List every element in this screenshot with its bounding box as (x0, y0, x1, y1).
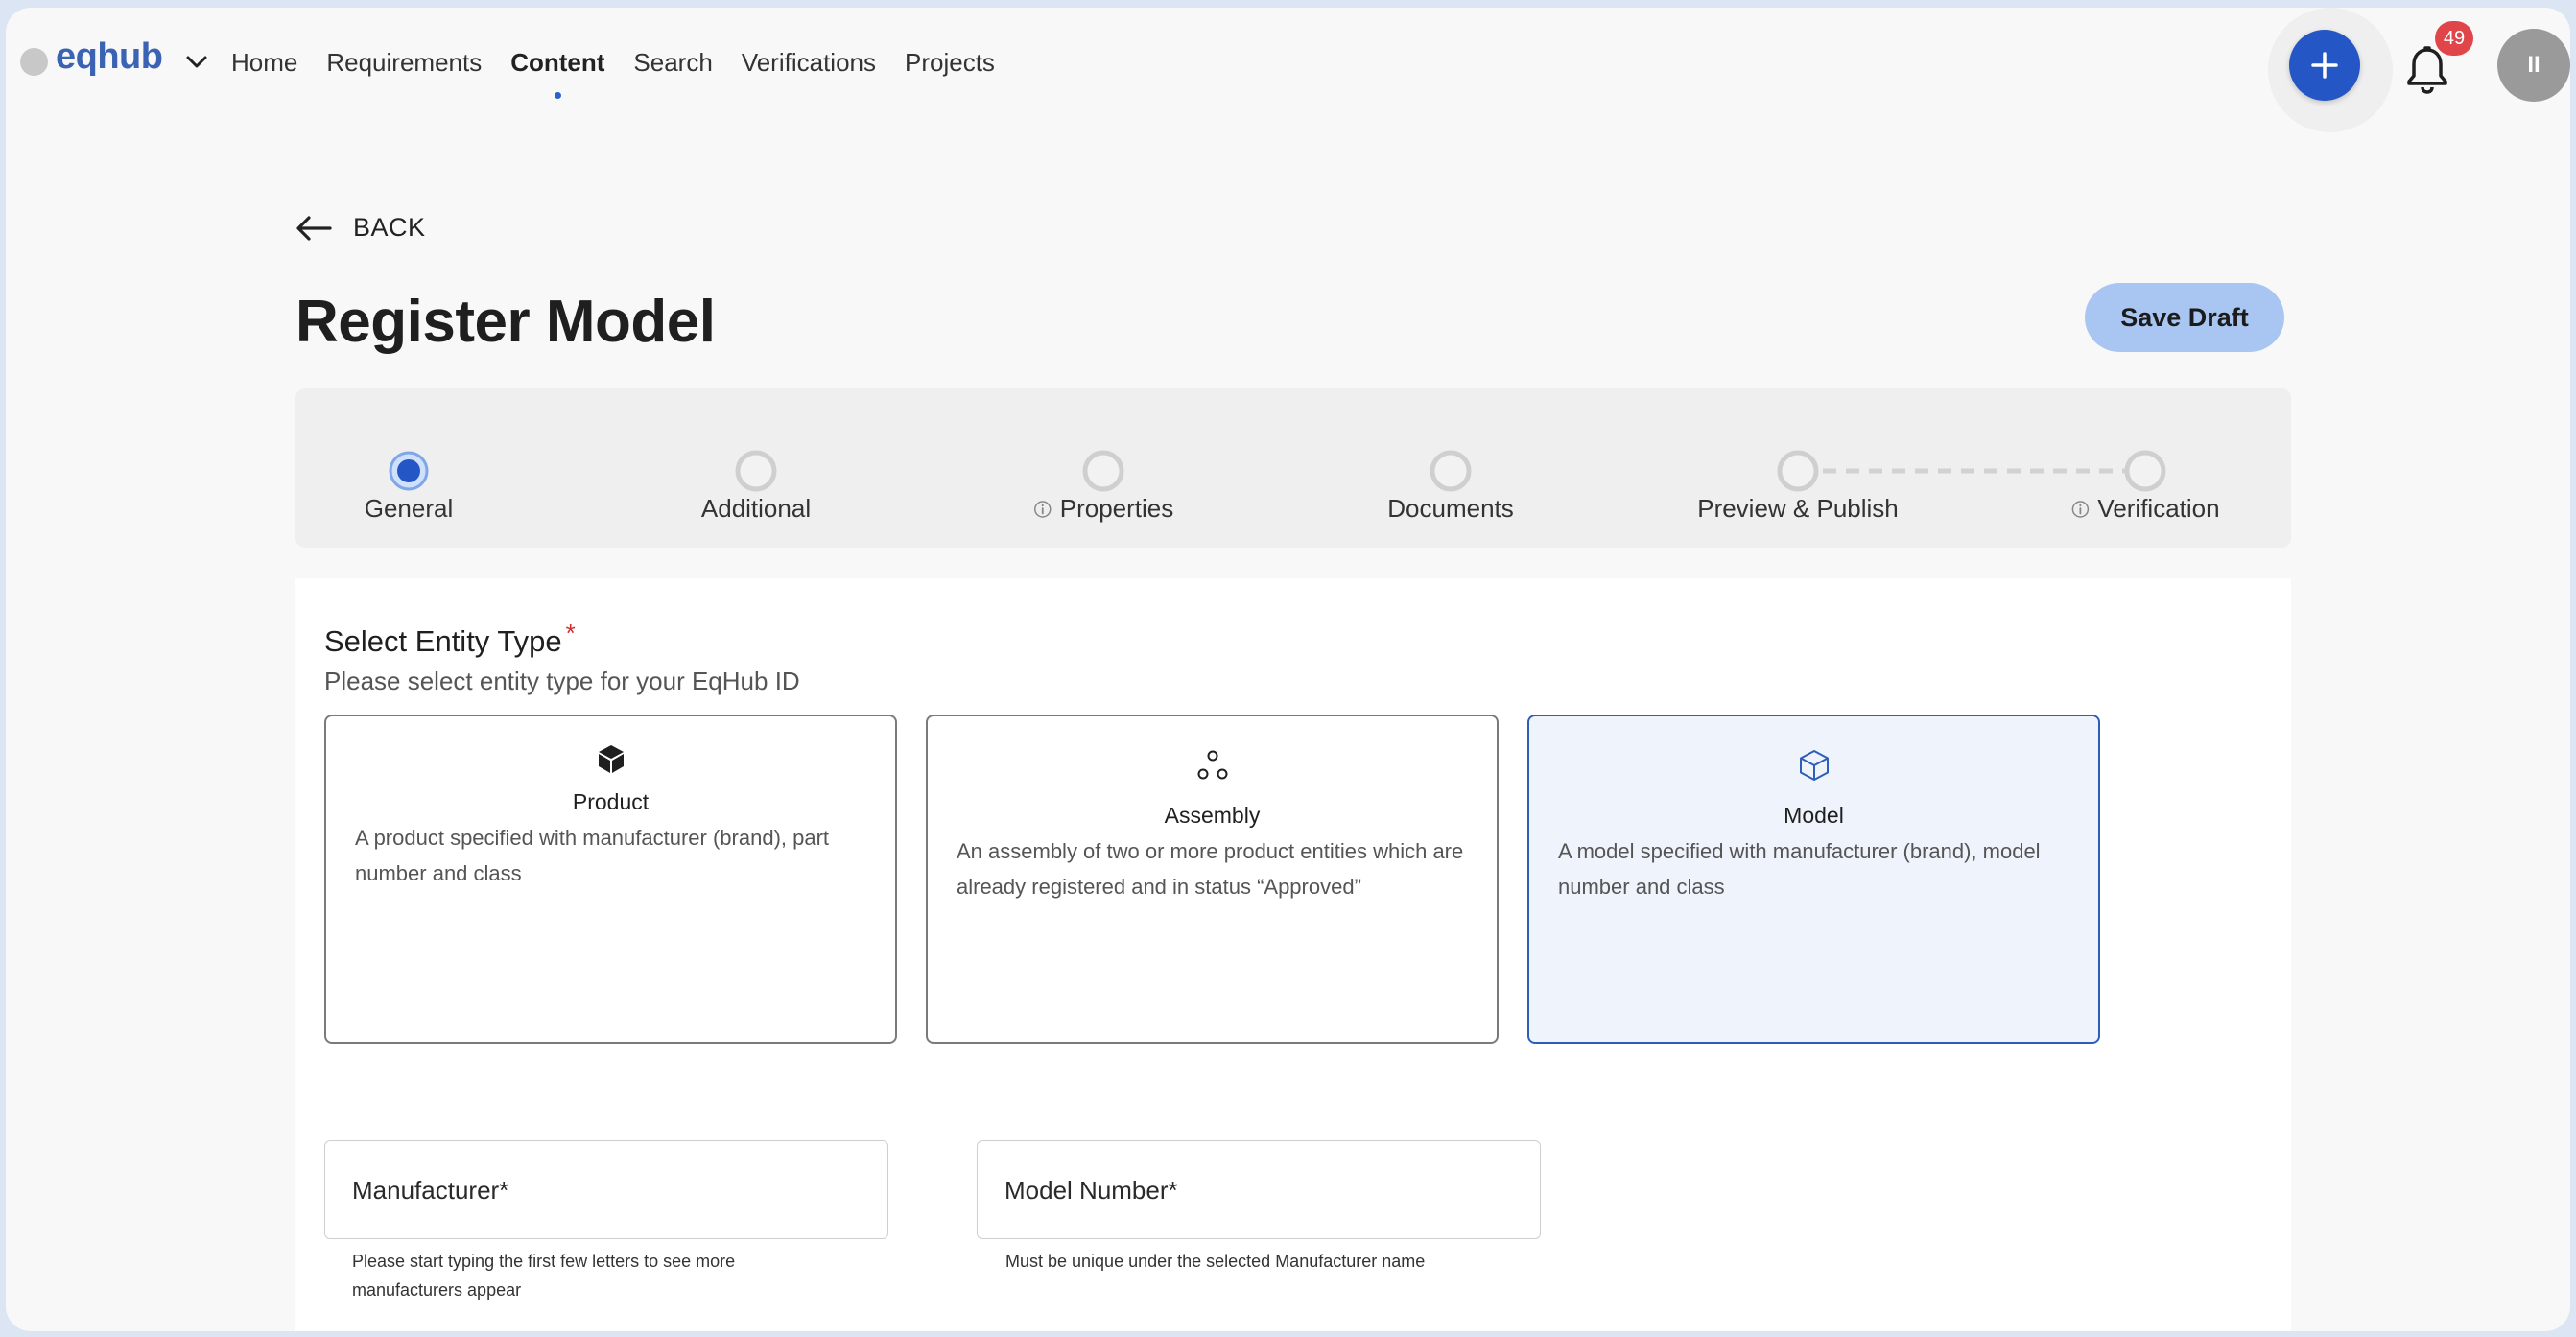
brand-logo[interactable]: eqhub (56, 36, 163, 78)
manufacturer-hint: Please start typing the first few letter… (352, 1252, 736, 1300)
step-dot-documents[interactable] (1430, 450, 1472, 492)
cube-filled-icon (598, 745, 624, 773)
stepper-track (389, 450, 2166, 492)
entity-type-name: Assembly (1164, 803, 1261, 828)
step-label-properties[interactable]: Properties (1033, 494, 1173, 524)
progress-stepper: General Additional Properties Documents … (295, 388, 2291, 548)
info-icon (1034, 500, 1052, 518)
entity-type-heading: Select Entity Type * (324, 619, 576, 658)
save-draft-button[interactable]: Save Draft (2085, 283, 2284, 352)
entity-type-option-model[interactable]: Model A model specified with manufacture… (1527, 715, 2100, 1044)
model-number-hint: Must be unique under the selected Manufa… (1005, 1252, 1426, 1271)
app-window: eqhub Home Requirements Content Search V… (6, 8, 2570, 1331)
nav-item-home[interactable]: Home (231, 48, 297, 77)
avatar[interactable]: II (2497, 29, 2570, 102)
entity-type-option-product[interactable]: Product A product specified with manufac… (324, 715, 897, 1044)
notification-badge: 49 (2435, 21, 2473, 56)
plus-icon (2311, 52, 2338, 79)
nav-item-search[interactable]: Search (633, 48, 712, 77)
step-label-additional[interactable]: Additional (701, 494, 811, 524)
step-dot-preview-publish[interactable] (1777, 450, 1819, 492)
top-nav-bar: eqhub Home Requirements Content Search V… (6, 8, 2570, 132)
step-dot-additional[interactable] (735, 450, 777, 492)
nav-item-content[interactable]: Content (510, 48, 604, 99)
back-button[interactable]: BACK (295, 213, 426, 243)
chevron-down-icon[interactable] (186, 56, 207, 69)
nav-item-projects[interactable]: Projects (905, 48, 995, 77)
model-number-field-label: Model Number* (1004, 1176, 1178, 1205)
entity-type-subtitle: Please select entity type for your EqHub… (324, 667, 800, 695)
step-dot-general[interactable] (389, 451, 429, 491)
register-form-card: Select Entity Type * Please select entity… (295, 578, 2291, 1331)
step-label-preview-publish[interactable]: Preview & Publish (1697, 494, 1899, 524)
three-circles-icon (1197, 750, 1227, 780)
model-number-field[interactable]: Model Number* (977, 1140, 1541, 1239)
add-button[interactable] (2289, 30, 2360, 101)
arrow-left-icon (296, 215, 332, 241)
step-label-general[interactable]: General (365, 494, 454, 524)
cube-outline-icon (1799, 750, 1829, 781)
entity-type-description: A product specified with manufacturer (b… (355, 826, 830, 885)
page-title: Register Model (295, 289, 716, 355)
step-label-verification[interactable]: Verification (2070, 494, 2220, 524)
info-icon (2071, 500, 2090, 518)
entity-type-description: An assembly of two or more product entit… (957, 839, 1464, 899)
required-mark: * (565, 619, 576, 647)
main-nav: Home Requirements Content Search Verific… (231, 48, 1024, 99)
step-dot-verification[interactable] (2124, 450, 2166, 492)
logo-dot (20, 48, 48, 76)
manufacturer-field-label: Manufacturer* (352, 1176, 509, 1205)
nav-item-requirements[interactable]: Requirements (326, 48, 482, 77)
entity-type-name: Product (572, 789, 650, 814)
entity-type-name: Model (1784, 803, 1844, 828)
manufacturer-field[interactable]: Manufacturer* (324, 1140, 888, 1239)
nav-item-verifications[interactable]: Verifications (742, 48, 876, 77)
step-dot-properties[interactable] (1082, 450, 1124, 492)
entity-type-description: A model specified with manufacturer (bra… (1558, 839, 2041, 899)
entity-type-option-assembly[interactable]: Assembly An assembly of two or more prod… (926, 715, 1499, 1044)
step-label-documents[interactable]: Documents (1387, 494, 1514, 524)
back-label: BACK (353, 213, 426, 242)
